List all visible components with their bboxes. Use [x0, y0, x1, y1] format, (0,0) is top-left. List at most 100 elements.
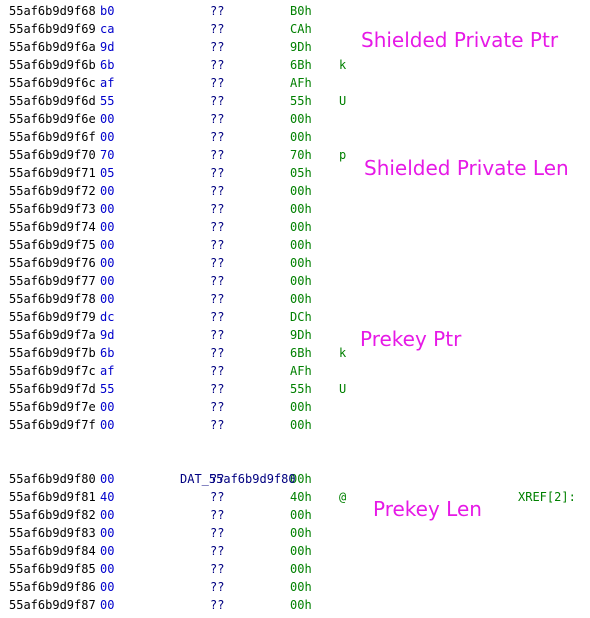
undefined-type-cell: ??	[210, 76, 225, 90]
undefined-type-cell: ??	[210, 184, 225, 198]
undefined-type-cell: ??	[210, 508, 225, 522]
listing-row[interactable]: 55af6b9d9f86 00?? 00h	[0, 578, 590, 596]
undefined-type-cell: ??	[210, 202, 225, 216]
listing-row[interactable]: 55af6b9d9f74 00?? 00h	[0, 218, 590, 236]
hex-value-cell: 70h	[290, 148, 312, 162]
listing-row[interactable]: 55af6b9d9f7b 6b?? 6Bh k	[0, 344, 590, 362]
listing-row[interactable]: 55af6b9d9f6c af?? AFh	[0, 74, 590, 92]
undefined-type-cell: ??	[210, 274, 225, 288]
hex-value-cell: 00h	[290, 598, 312, 612]
undefined-type-cell: ??	[210, 526, 225, 540]
address-cell: 55af6b9d9f69	[9, 22, 96, 36]
address-cell: 55af6b9d9f84	[9, 544, 96, 558]
address-cell: 55af6b9d9f85	[9, 562, 96, 576]
byte-cell: 6b	[100, 346, 115, 360]
listing-row[interactable]: 55af6b9d9f6b 6b?? 6Bh k	[0, 56, 590, 74]
listing-row[interactable]: 55af6b9d9f82 00?? 00h	[0, 506, 590, 524]
undefined-type-cell: ??	[210, 490, 225, 504]
byte-cell: 40	[100, 490, 115, 504]
address-cell: 55af6b9d9f75	[9, 238, 96, 252]
byte-cell: dc	[100, 310, 115, 324]
hex-value-cell: 00h	[290, 130, 312, 144]
address-cell: 55af6b9d9f7f	[9, 418, 96, 432]
listing-row[interactable]: 55af6b9d9f87 00?? 00h	[0, 596, 590, 614]
byte-cell: 00	[100, 238, 115, 252]
listing-row[interactable]: 55af6b9d9f75 00?? 00h	[0, 236, 590, 254]
listing-row[interactable]: 55af6b9d9f77 00?? 00h	[0, 272, 590, 290]
listing-row[interactable]: 55af6b9d9f7f 00?? 00h	[0, 416, 590, 434]
hex-value-cell: CAh	[290, 22, 312, 36]
undefined-type-cell: ??	[210, 382, 225, 396]
hex-value-cell: 55h	[290, 94, 312, 108]
address-cell: 55af6b9d9f73	[9, 202, 96, 216]
undefined-type-cell: ??	[210, 346, 225, 360]
hex-value-cell: 40h	[290, 490, 312, 504]
listing-row[interactable]: 55af6b9d9f6f 00?? 00h	[0, 128, 590, 146]
label-row: DAT_55af6b9d9f80 XREF[2]:	[0, 452, 590, 504]
hex-value-cell: 00h	[290, 238, 312, 252]
hex-value-cell: DCh	[290, 310, 312, 324]
listing-row[interactable]: 55af6b9d9f7a 9d?? 9Dh	[0, 326, 590, 344]
listing-row[interactable]: 55af6b9d9f6d 55?? 55h U	[0, 92, 590, 110]
hex-value-cell: 6Bh	[290, 346, 312, 360]
hex-value-cell: 55h	[290, 382, 312, 396]
hex-value-cell: 00h	[290, 112, 312, 126]
byte-cell: af	[100, 364, 115, 378]
hex-value-cell: 00h	[290, 256, 312, 270]
listing-row[interactable]: 55af6b9d9f7c af?? AFh	[0, 362, 590, 380]
listing-row[interactable]: 55af6b9d9f85 00?? 00h	[0, 560, 590, 578]
listing-row[interactable]: 55af6b9d9f68 b0?? B0h	[0, 2, 590, 20]
listing-row[interactable]: 55af6b9d9f76 00?? 00h	[0, 254, 590, 272]
hex-value-cell: 05h	[290, 166, 312, 180]
byte-cell: 00	[100, 598, 115, 612]
byte-cell: b0	[100, 4, 115, 18]
listing-row[interactable]: 55af6b9d9f83 00?? 00h	[0, 524, 590, 542]
listing-row[interactable]: 55af6b9d9f78 00?? 00h	[0, 290, 590, 308]
address-cell: 55af6b9d9f87	[9, 598, 96, 612]
byte-cell: 00	[100, 202, 115, 216]
undefined-type-cell: ??	[210, 130, 225, 144]
address-cell: 55af6b9d9f86	[9, 580, 96, 594]
xref-link[interactable]: XREF[2]:	[518, 488, 576, 506]
address-cell: 55af6b9d9f72	[9, 184, 96, 198]
char-cell: p	[339, 148, 347, 162]
address-cell: 55af6b9d9f6e	[9, 112, 96, 126]
undefined-type-cell: ??	[210, 400, 225, 414]
address-cell: 55af6b9d9f7a	[9, 328, 96, 342]
char-cell: U	[339, 382, 347, 396]
undefined-type-cell: ??	[210, 94, 225, 108]
listing-row[interactable]: 55af6b9d9f7e 00?? 00h	[0, 398, 590, 416]
hex-value-cell: 00h	[290, 562, 312, 576]
undefined-type-cell: ??	[210, 364, 225, 378]
address-cell: 55af6b9d9f7d	[9, 382, 96, 396]
undefined-type-cell: ??	[210, 112, 225, 126]
annotation-shielded-private-ptr: Shielded Private Ptr	[361, 28, 559, 52]
listing-row[interactable]: 55af6b9d9f72 00?? 00h	[0, 182, 590, 200]
byte-cell: 00	[100, 418, 115, 432]
address-cell: 55af6b9d9f71	[9, 166, 96, 180]
listing-row[interactable]: 55af6b9d9f6e 00?? 00h	[0, 110, 590, 128]
listing-row[interactable]: 55af6b9d9f7d 55?? 55h U	[0, 380, 590, 398]
listing-row[interactable]: 55af6b9d9f79 dc?? DCh	[0, 308, 590, 326]
byte-cell: 00	[100, 220, 115, 234]
undefined-type-cell: ??	[210, 220, 225, 234]
byte-cell: 05	[100, 166, 115, 180]
listing-row[interactable]: 55af6b9d9f84 00?? 00h	[0, 542, 590, 560]
undefined-type-cell: ??	[210, 166, 225, 180]
address-cell: 55af6b9d9f79	[9, 310, 96, 324]
data-label[interactable]: DAT_55af6b9d9f80	[180, 470, 296, 488]
undefined-type-cell: ??	[210, 58, 225, 72]
byte-cell: 00	[100, 112, 115, 126]
byte-cell: 9d	[100, 40, 115, 54]
listing-row[interactable]: 55af6b9d9f73 00?? 00h	[0, 200, 590, 218]
undefined-type-cell: ??	[210, 256, 225, 270]
address-cell: 55af6b9d9f6a	[9, 40, 96, 54]
undefined-type-cell: ??	[210, 148, 225, 162]
byte-cell: 00	[100, 580, 115, 594]
address-cell: 55af6b9d9f78	[9, 292, 96, 306]
hex-value-cell: 9Dh	[290, 328, 312, 342]
address-cell: 55af6b9d9f80	[9, 472, 96, 486]
listing-row[interactable]: 55af6b9d9f81 40?? 40h @	[0, 488, 590, 506]
address-cell: 55af6b9d9f74	[9, 220, 96, 234]
byte-cell: 00	[100, 544, 115, 558]
